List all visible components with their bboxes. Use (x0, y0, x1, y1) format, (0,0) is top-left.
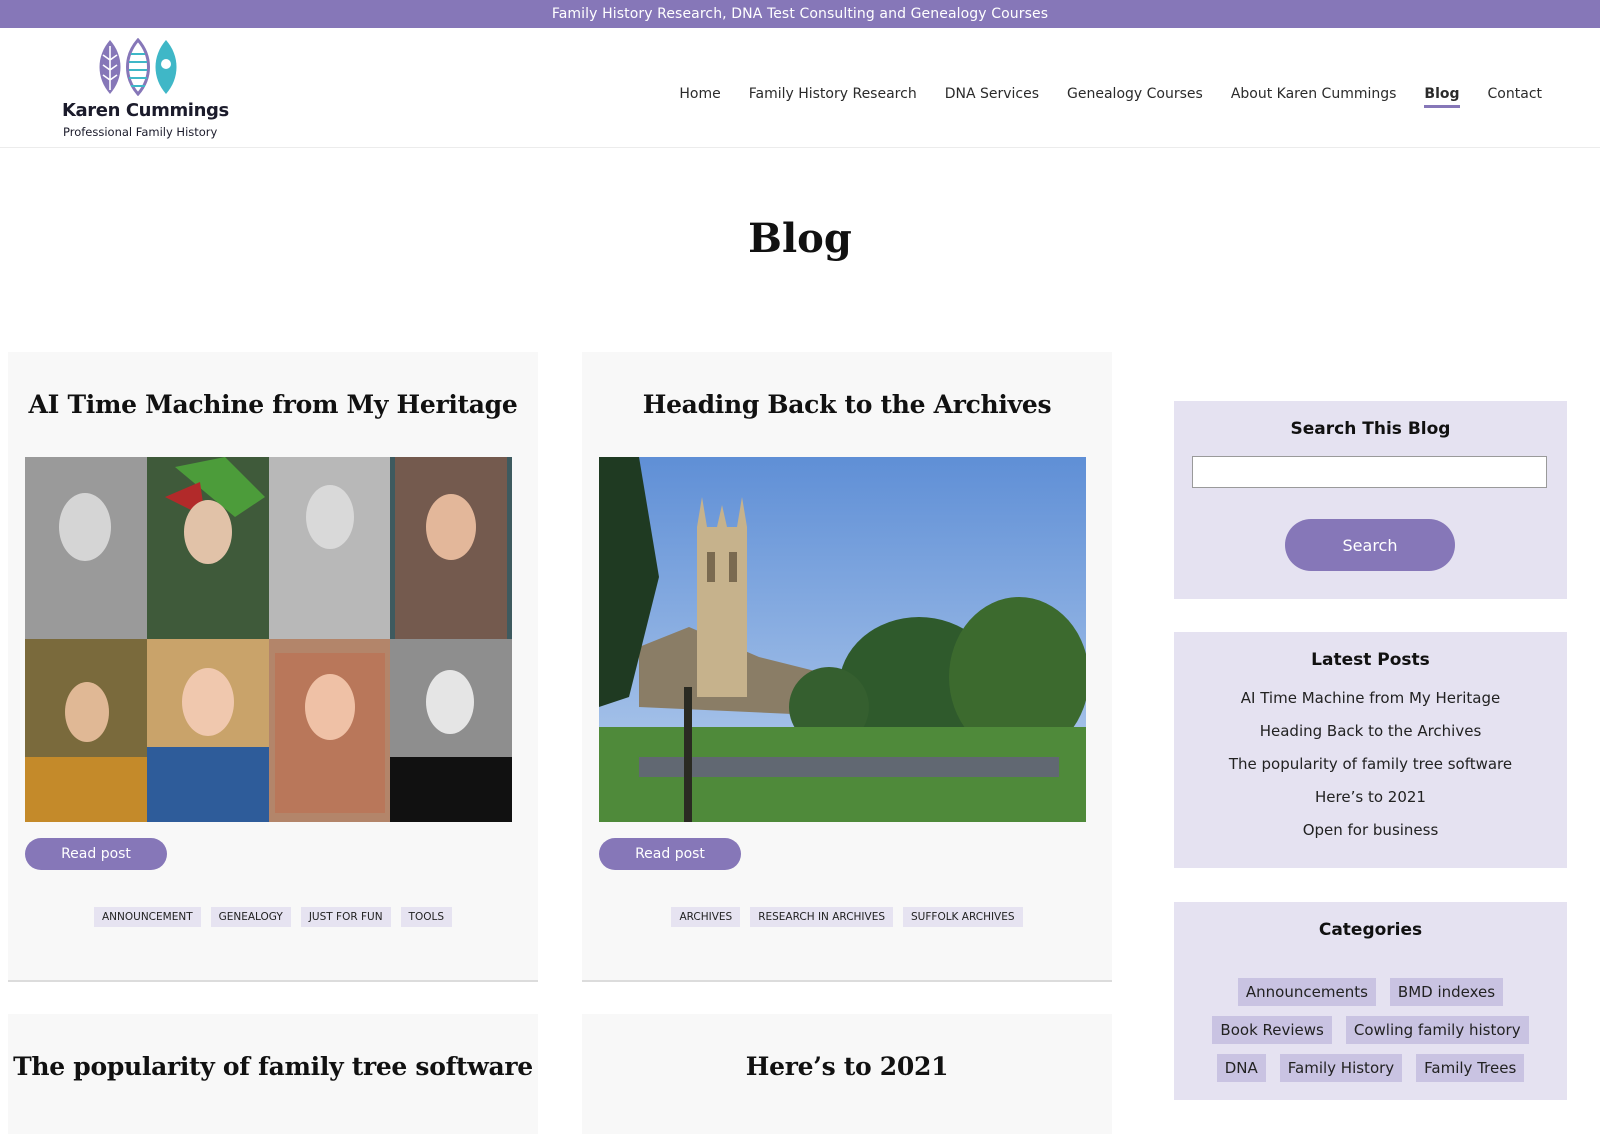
sidebar-search-widget: Search This Blog Search (1174, 401, 1567, 599)
post-title[interactable]: The popularity of family tree software (8, 1052, 538, 1081)
category-link[interactable]: BMD indexes (1389, 978, 1504, 1006)
category-link[interactable]: DNA (1216, 1054, 1266, 1082)
search-button[interactable]: Search (1285, 519, 1455, 571)
post-tag[interactable]: ANNOUNCEMENT (93, 907, 201, 927)
post-tag[interactable]: JUST FOR FUN (300, 907, 391, 927)
latest-posts-title: Latest Posts (1311, 650, 1430, 670)
search-input[interactable] (1192, 456, 1547, 488)
sidebar-latest-posts: Latest Posts AI Time Machine from My Her… (1174, 632, 1567, 868)
latest-post-link[interactable]: Here’s to 2021 (1174, 787, 1567, 820)
nav-contact[interactable]: Contact (1488, 86, 1542, 108)
top-announcement-text: Family History Research, DNA Test Consul… (551, 6, 1049, 22)
categories-title: Categories (1318, 920, 1423, 940)
category-link[interactable]: Family Trees (1416, 1054, 1525, 1082)
nav-blog[interactable]: Blog (1424, 86, 1460, 108)
latest-posts-list: AI Time Machine from My Heritage Heading… (1174, 688, 1567, 853)
post-thumbnail-portraits[interactable] (25, 457, 512, 822)
category-link[interactable]: Cowling family history (1345, 1016, 1529, 1044)
read-post-button[interactable]: Read post (25, 838, 167, 870)
latest-post-link[interactable]: AI Time Machine from My Heritage (1174, 688, 1567, 721)
post-card: AI Time Machine from My Heritage Read po… (8, 352, 538, 982)
nav-family-history-research[interactable]: Family History Research (749, 86, 917, 108)
post-tag[interactable]: SUFFOLK ARCHIVES (903, 907, 1023, 927)
top-announcement-bar: Family History Research, DNA Test Consul… (0, 0, 1600, 28)
post-tag[interactable]: ARCHIVES (671, 907, 741, 927)
post-tags: ARCHIVES RESEARCH IN ARCHIVES SUFFOLK AR… (582, 907, 1112, 927)
post-tag[interactable]: RESEARCH IN ARCHIVES (750, 907, 894, 927)
post-thumbnail-cathedral[interactable] (599, 457, 1086, 822)
post-card: The popularity of family tree software (8, 1014, 538, 1134)
leaf-logo-icon (99, 38, 177, 96)
category-link[interactable]: Book Reviews (1212, 1016, 1332, 1044)
brand-name: Karen Cummings (62, 100, 229, 121)
post-card: Heading Back to the Archives Read post A… (582, 352, 1112, 982)
site-header: Karen Cummings Professional Family Histo… (0, 28, 1600, 148)
brand-tagline: Professional Family History (63, 125, 218, 139)
search-widget-title: Search This Blog (1290, 419, 1451, 439)
nav-about[interactable]: About Karen Cummings (1231, 86, 1397, 108)
page-title: Blog (748, 215, 852, 262)
portrait-grid-image (25, 457, 512, 822)
category-link[interactable]: Family History (1279, 1054, 1403, 1082)
post-title[interactable]: Here’s to 2021 (582, 1052, 1112, 1081)
latest-post-link[interactable]: Heading Back to the Archives (1174, 721, 1567, 754)
latest-post-link[interactable]: The popularity of family tree software (1174, 754, 1567, 787)
post-tag[interactable]: TOOLS (400, 907, 453, 927)
nav-genealogy-courses[interactable]: Genealogy Courses (1067, 86, 1203, 108)
nav-home[interactable]: Home (679, 86, 720, 108)
nav-dna-services[interactable]: DNA Services (945, 86, 1039, 108)
post-title[interactable]: Heading Back to the Archives (582, 390, 1112, 419)
latest-post-link[interactable]: Open for business (1174, 820, 1567, 853)
site-logo[interactable]: Karen Cummings Professional Family Histo… (62, 38, 232, 142)
post-title[interactable]: AI Time Machine from My Heritage (8, 390, 538, 419)
post-tag[interactable]: GENEALOGY (210, 907, 291, 927)
cathedral-photo-image (599, 457, 1086, 822)
post-tags: ANNOUNCEMENT GENEALOGY JUST FOR FUN TOOL… (8, 907, 538, 927)
category-list: Announcements BMD indexes Book Reviews C… (1204, 978, 1537, 1082)
sidebar-categories: Categories Announcements BMD indexes Boo… (1174, 902, 1567, 1100)
read-post-button[interactable]: Read post (599, 838, 741, 870)
main-nav: Home Family History Research DNA Service… (679, 86, 1542, 108)
post-card: Here’s to 2021 (582, 1014, 1112, 1134)
category-link[interactable]: Announcements (1237, 978, 1376, 1006)
